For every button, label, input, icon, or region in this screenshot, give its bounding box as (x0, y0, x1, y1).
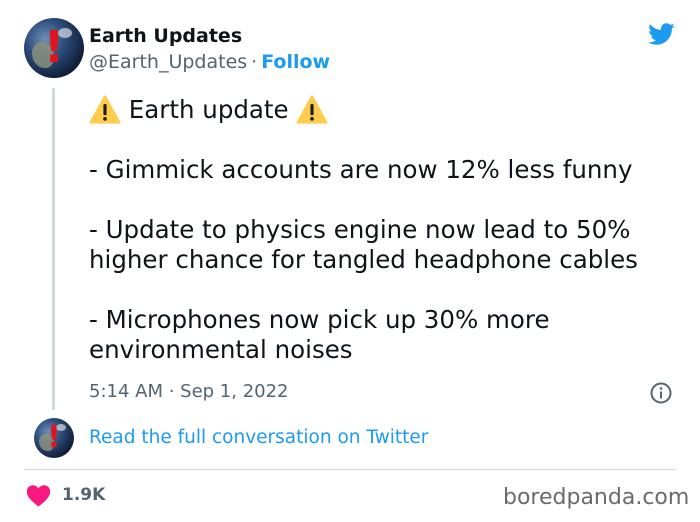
display-name[interactable]: Earth Updates (89, 24, 242, 48)
avatar[interactable]: ! (24, 18, 84, 78)
tweet-body: Earth update - Gimmick accounts are now … (89, 95, 689, 365)
avatar-small[interactable]: ! (34, 418, 74, 458)
follow-button[interactable]: Follow (261, 51, 330, 73)
avatar-exclamation-mark: ! (47, 420, 61, 455)
tweet-title: Earth update (128, 95, 289, 124)
warning-emoji-icon (89, 95, 121, 125)
tweet-line: higher chance for tangled headphone cabl… (89, 245, 638, 274)
heart-icon[interactable] (26, 484, 51, 507)
like-count: 1.9K (62, 485, 106, 505)
tweet-title-line: Earth update (89, 95, 689, 125)
twitter-bird-icon[interactable] (645, 20, 677, 48)
handle-row: @Earth_Updates · Follow (89, 50, 330, 74)
thread-line (52, 88, 55, 410)
tweet-line: - Gimmick accounts are now 12% less funn… (89, 155, 633, 184)
tweet-timestamp[interactable]: 5:14 AM · Sep 1, 2022 (89, 380, 289, 404)
tweet-line: - Update to physics engine now lead to 5… (89, 215, 631, 244)
separator-dot: · (251, 51, 258, 73)
tweet-line: environmental noises (89, 335, 353, 364)
divider (24, 469, 676, 470)
avatar-exclamation-mark: ! (43, 22, 65, 73)
info-icon[interactable] (649, 381, 673, 405)
warning-emoji-icon (296, 95, 328, 125)
tweet-line: - Microphones now pick up 30% more (89, 305, 550, 334)
user-handle[interactable]: @Earth_Updates (89, 51, 247, 73)
watermark: boredpanda.com (503, 485, 690, 510)
read-conversation-link[interactable]: Read the full conversation on Twitter (89, 426, 428, 450)
